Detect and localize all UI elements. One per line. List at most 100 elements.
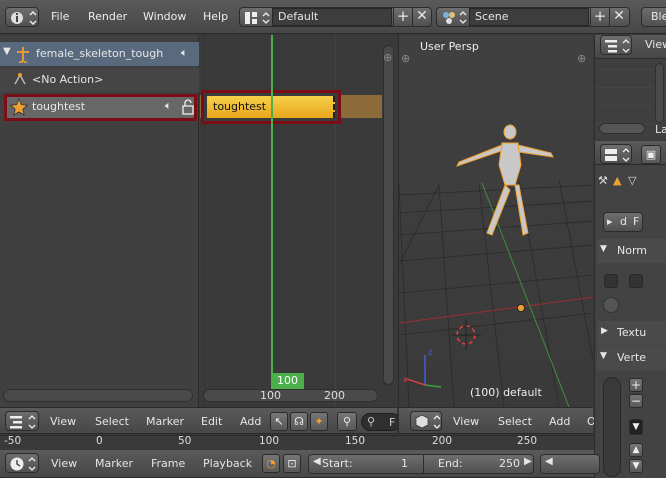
channel-action[interactable]: <No Action>: [0, 68, 199, 92]
outliner-scrollbar-h[interactable]: [599, 123, 645, 134]
timeline-menu-marker[interactable]: Marker: [95, 457, 133, 470]
camera-icon[interactable]: ▣: [641, 145, 661, 164]
nla-strip-area: toughtest 100 100 200 ⊕: [200, 35, 397, 407]
section-expand-icon: ▼: [600, 244, 607, 254]
viewport-3d[interactable]: ⊕ ⊕ User Persp z x (100) default: [398, 35, 593, 407]
viewport-menu-select[interactable]: Select: [498, 415, 532, 428]
scene-selector[interactable]: Scene + ✕: [436, 7, 630, 27]
lock-icon[interactable]: [182, 99, 194, 115]
strip-scrollbar[interactable]: 100 200: [203, 389, 378, 402]
nla-filter-input[interactable]: ⚲ F: [361, 413, 401, 431]
timeline-menu-frame[interactable]: Frame: [151, 457, 185, 470]
section-expand-icon-2: ▼: [600, 351, 607, 361]
ghost-icon[interactable]: ☊: [290, 412, 308, 431]
viewport-menu-view[interactable]: View: [453, 415, 479, 428]
nla-menu-marker[interactable]: Marker: [146, 415, 184, 428]
channel-track-label: toughtest: [32, 100, 86, 113]
current-frame-indicator[interactable]: 100: [271, 373, 304, 389]
nla-plus-icon[interactable]: ⊕: [383, 51, 392, 64]
properties-tabs: ⚒ ▲ ▽: [595, 174, 666, 194]
viewport-menu-add[interactable]: Add: [549, 415, 570, 428]
channel-object[interactable]: ▼ female_skeleton_tough 🔈︎: [0, 42, 199, 66]
nla-menu-edit[interactable]: Edit: [201, 415, 222, 428]
clock-icon: [10, 457, 36, 471]
section-normals[interactable]: ▼ Norm: [597, 239, 666, 263]
mesh-data-field[interactable]: ▸ d F: [603, 212, 643, 232]
add-layout-icon[interactable]: +: [393, 8, 412, 26]
outliner-scrollbar-v[interactable]: [655, 63, 664, 123]
character-figure: [456, 124, 554, 236]
remove-layout-icon[interactable]: ✕: [412, 8, 431, 26]
current-frame-line[interactable]: [271, 35, 273, 391]
render-engine-label: Ble: [651, 10, 666, 23]
cursor-icon[interactable]: ↖: [270, 412, 288, 431]
timeline-lock-icon[interactable]: ⊡: [283, 454, 301, 473]
nla-menu-view[interactable]: View: [50, 415, 76, 428]
star-icon: [10, 98, 28, 116]
vertex-menu-button[interactable]: ▼: [629, 419, 643, 435]
normals-toggle-1[interactable]: [604, 274, 618, 288]
menu-window[interactable]: Window: [143, 0, 186, 34]
vertex-add-button[interactable]: +: [629, 378, 643, 392]
viewport-grid: z x: [399, 124, 593, 407]
nla-editor-type-button[interactable]: [5, 411, 39, 431]
cube-icon: [415, 414, 441, 429]
add-scene-icon[interactable]: +: [590, 8, 609, 26]
track-speaker-icon[interactable]: 🔈︎: [165, 99, 172, 113]
frame-decrement-icon[interactable]: ◀: [545, 456, 553, 467]
d-label: d: [620, 215, 627, 228]
menu-file[interactable]: File: [51, 0, 69, 34]
menu-render[interactable]: Render: [88, 0, 127, 34]
end-frame-field[interactable]: End: 250 ▶: [423, 455, 533, 473]
normals-toggle-2[interactable]: [629, 274, 643, 288]
start-decrement-icon[interactable]: ◀: [313, 456, 321, 467]
properties-icon: [605, 148, 630, 162]
end-increment-icon[interactable]: ▶: [524, 456, 532, 467]
current-frame-field[interactable]: ◀: [540, 454, 600, 474]
vertex-move-up-button[interactable]: ▲: [629, 443, 643, 457]
timeline-menu-playback[interactable]: Playback: [203, 457, 252, 470]
nla-menu-select[interactable]: Select: [95, 415, 129, 428]
nla-channel-list: ▼ female_skeleton_tough 🔈︎ <No Action> t…: [0, 35, 199, 407]
nla-menu-add[interactable]: Add: [240, 415, 261, 428]
vertex-remove-button[interactable]: −: [629, 394, 643, 408]
channel-track-selected[interactable]: toughtest 🔈︎: [4, 94, 197, 121]
modifier-icon[interactable]: ▽: [628, 174, 636, 187]
vertical-scrollbar[interactable]: [383, 45, 394, 385]
timeline-ruler[interactable]: -50 0 50 100 150 200 250: [0, 435, 594, 449]
outliner-editor-type-button[interactable]: [600, 35, 632, 55]
timeline-editor-type-button[interactable]: [5, 453, 39, 473]
outliner-view-label[interactable]: View: [645, 38, 666, 51]
layout-name: Default: [278, 10, 319, 23]
section-texture[interactable]: ▶ Textu: [597, 321, 666, 345]
render-engine-selector[interactable]: Ble: [641, 7, 666, 27]
tool-icon[interactable]: ⚒: [598, 174, 608, 187]
preview-range-icon[interactable]: ◔: [262, 454, 280, 473]
vertex-group-list[interactable]: [603, 377, 621, 477]
object-data-icon[interactable]: ▲: [613, 174, 621, 187]
layout-selector[interactable]: Default + ✕: [239, 7, 432, 27]
search-icon[interactable]: ⚲: [337, 412, 357, 431]
speaker-icon[interactable]: 🔈︎: [181, 46, 188, 60]
remove-scene-icon[interactable]: ✕: [609, 8, 628, 26]
start-frame-field[interactable]: ◀ Start: 1: [309, 455, 422, 473]
scroll-tick-100: 100: [260, 389, 281, 402]
normals-radio[interactable]: [603, 297, 619, 313]
ruler-tick-250: 250: [517, 435, 538, 447]
frame-range: ◀ Start: 1 End: 250 ▶: [308, 454, 534, 474]
graph-icon[interactable]: ✦: [310, 412, 328, 431]
vertex-move-down-button[interactable]: ▼: [629, 459, 643, 473]
section-vertex[interactable]: ▼ Verte: [597, 346, 666, 370]
timeline-menu-view[interactable]: View: [51, 457, 77, 470]
properties-editor-type-button[interactable]: [600, 144, 632, 164]
editor-type-button[interactable]: [5, 7, 39, 27]
channel-scrollbar[interactable]: [3, 389, 193, 402]
channel-action-label: <No Action>: [32, 73, 104, 86]
expand-arrow-icon[interactable]: ▼: [3, 46, 11, 57]
section-collapse-icon: ▶: [601, 326, 608, 336]
outliner-panel: View La: [594, 35, 666, 140]
menu-help[interactable]: Help: [203, 0, 228, 34]
action-icon: [14, 73, 26, 85]
viewport-editor-type-button[interactable]: [410, 411, 442, 431]
scene-icon: [443, 11, 467, 24]
